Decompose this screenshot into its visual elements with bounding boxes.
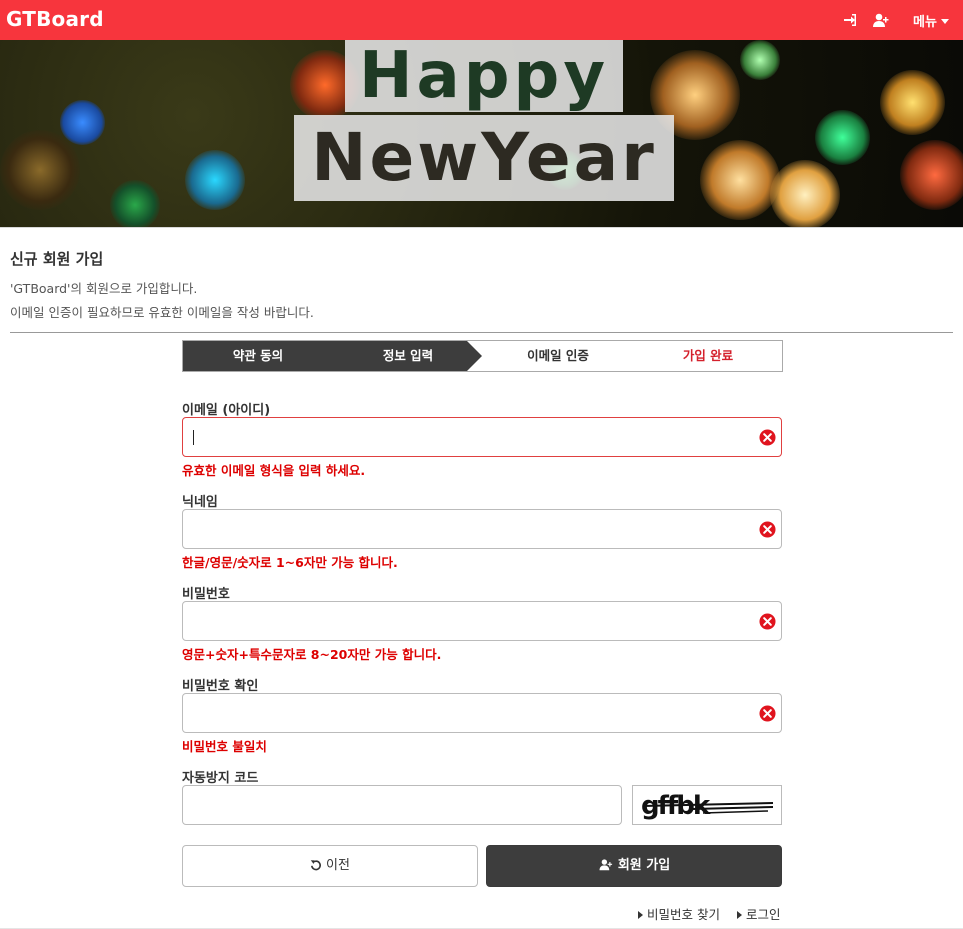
captcha-label: 자동방지 코드 [182,771,259,786]
bokeh-light [880,70,945,135]
password-confirm-label: 비밀번호 확인 [182,679,259,694]
times-circle-icon[interactable] [759,521,776,538]
times-circle-icon[interactable] [759,705,776,722]
nickname-input[interactable] [193,518,753,540]
banner-divider [0,227,963,228]
find-password-label: 비밀번호 찾기 [647,907,720,922]
user-plus-icon [599,859,612,871]
nickname-error: 한글/영문/숫자로 1~6자만 가능 합니다. [182,555,398,570]
sign-in-icon[interactable] [842,12,858,28]
bokeh-light [0,130,80,210]
banner-text-newyear: NewYear [294,115,674,201]
bokeh-light [740,40,780,80]
step-info: 정보 입력 [382,348,434,363]
bokeh-light [815,110,870,165]
step-email-verify: 이메일 인증 [527,348,589,363]
bokeh-light [900,140,963,210]
top-navbar: GTBoard 메뉴 [0,0,963,40]
undo-icon [310,860,321,871]
intro-text-2: 이메일 인증이 필요하므로 유효한 이메일을 작성 바랍니다. [10,305,314,320]
join-button[interactable]: 회원 가입 [486,845,782,887]
banner-text-happy: Happy [345,40,623,112]
prev-button[interactable]: 이전 [182,845,478,887]
email-field[interactable] [182,417,782,457]
login-label: 로그인 [746,907,781,922]
password-confirm-field[interactable] [182,693,782,733]
email-error: 유효한 이메일 형식을 입력 하세요. [182,463,366,478]
text-cursor [193,430,194,445]
signup-steps: 약관 동의 정보 입력 이메일 인증 가입 완료 [182,340,783,372]
password-input[interactable] [193,610,753,632]
user-plus-icon[interactable] [872,12,890,28]
captcha-field[interactable] [182,785,622,825]
brand-logo[interactable]: GTBoard [6,7,104,31]
bokeh-light [60,100,105,145]
hero-banner: Happy NewYear [0,40,963,228]
page-title: 신규 회원 가입 [10,250,104,268]
bokeh-light [770,160,840,228]
login-link[interactable]: 로그인 [737,904,781,923]
password-label: 비밀번호 [182,587,230,602]
step-complete: 가입 완료 [682,348,734,363]
bokeh-light [700,140,780,220]
find-password-link[interactable]: 비밀번호 찾기 [638,904,720,923]
captcha-input[interactable] [193,794,613,816]
step-terms: 약관 동의 [232,348,284,363]
times-circle-icon[interactable] [759,613,776,630]
bokeh-light [185,150,245,210]
caret-right-icon [737,911,742,919]
password-confirm-error: 비밀번호 불일치 [182,739,267,754]
intro-text-1: 'GTBoard'의 회원으로 가입합니다. [10,281,198,296]
captcha-graphic: gffbk [641,791,774,821]
email-label: 이메일 (아이디) [182,403,271,418]
caret-right-icon [638,911,643,919]
times-circle-icon[interactable] [759,429,776,446]
password-field[interactable] [182,601,782,641]
join-button-label: 회원 가입 [617,858,671,873]
email-input[interactable] [193,426,753,448]
menu-label: 메뉴 [913,15,937,30]
captcha-image[interactable]: gffbk [632,785,782,825]
caret-down-icon [940,19,949,24]
nickname-field[interactable] [182,509,782,549]
section-divider [10,332,953,333]
password-confirm-input[interactable] [193,702,753,724]
prev-button-label: 이전 [326,858,350,873]
menu-dropdown[interactable]: 메뉴 [913,11,949,30]
bokeh-light [110,180,160,228]
nickname-label: 닉네임 [182,495,218,510]
password-error: 영문+숫자+특수문자로 8~20자만 가능 합니다. [182,647,442,662]
